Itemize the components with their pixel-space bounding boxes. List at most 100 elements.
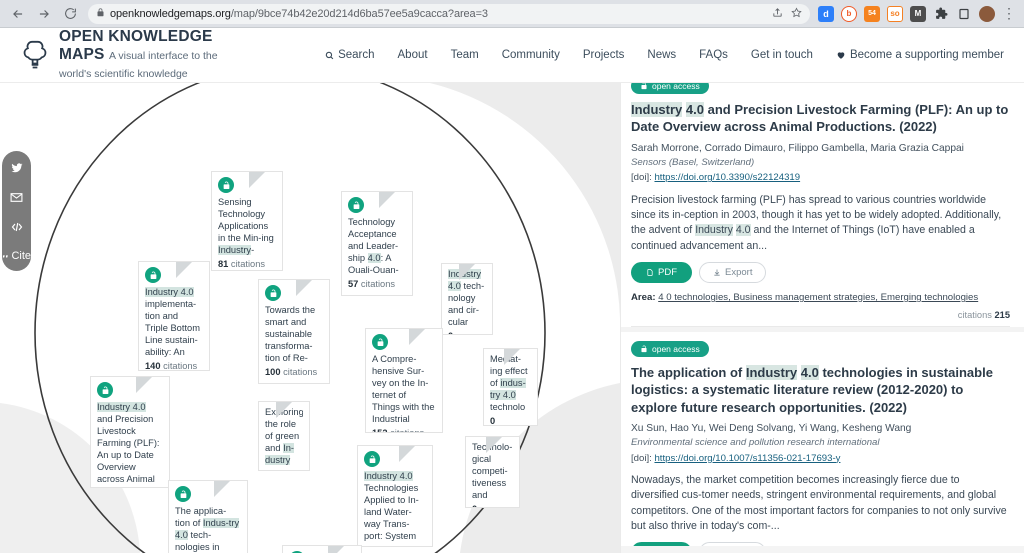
results-list: open access Industry 4.0 and Precision Li… bbox=[621, 83, 1024, 553]
browser-toolbar: openknowledgemaps.org/map/9bce74b42e20d2… bbox=[0, 0, 1024, 28]
nav-item-about[interactable]: About bbox=[398, 49, 428, 61]
paper-card[interactable]: Technolo-gical competi-tiveness and0 cit… bbox=[465, 436, 520, 508]
paper-card[interactable]: Exploring the role of green and In-dustr… bbox=[258, 401, 310, 471]
paper-citations: 0 citations bbox=[490, 415, 496, 426]
area-link[interactable]: 4 0 technologies, Business management st… bbox=[658, 292, 978, 303]
paper-title: A Compre-hensive Sur-vey on the In-terne… bbox=[372, 354, 435, 424]
card-fold-corner bbox=[176, 262, 209, 278]
result-actions: PDF Export bbox=[631, 262, 1010, 284]
result-doi: [doi]: https://doi.org/10.1007/s11356-02… bbox=[631, 452, 841, 464]
result-item[interactable]: open access Industry 4.0 and Precision Li… bbox=[631, 83, 1010, 328]
extension-d-icon[interactable]: d bbox=[818, 5, 834, 22]
paper-card[interactable]: The manage-ment of In-dustry 4.0 technol… bbox=[282, 545, 362, 553]
paper-title: Industry 4.0 and Precision Livestock Far… bbox=[97, 402, 160, 484]
paper-card[interactable]: The applica-tion of Indus-try 4.0 tech-n… bbox=[168, 480, 248, 553]
result-citations: citations 215 bbox=[957, 310, 1010, 321]
card-fold-corner bbox=[136, 377, 169, 393]
result-title[interactable]: Industry 4.0 and Precision Livestock Far… bbox=[631, 101, 1010, 136]
cite-icon[interactable]: Cite bbox=[2, 250, 31, 262]
nav-item-community[interactable]: Community bbox=[502, 49, 560, 61]
paper-title: The applica-tion of Indus-try 4.0 tech-n… bbox=[175, 506, 240, 552]
nav-item-news[interactable]: News bbox=[647, 49, 676, 61]
nav-item-search[interactable]: Search bbox=[325, 49, 375, 61]
nav-item-team[interactable]: Team bbox=[451, 49, 479, 61]
result-area: Area: 4 0 technologies, Business managem… bbox=[631, 292, 979, 304]
paper-card[interactable]: A Compre-hensive Sur-vey on the In-terne… bbox=[365, 328, 443, 433]
reload-icon[interactable] bbox=[58, 2, 82, 26]
open-access-icon bbox=[372, 334, 388, 350]
open-access-icon bbox=[364, 451, 380, 467]
paper-card[interactable]: Industry 4.0 Technologies Applied to In-… bbox=[357, 445, 433, 547]
card-fold-corner bbox=[214, 481, 247, 497]
card-fold-corner bbox=[249, 172, 282, 188]
result-title[interactable]: The application of Industry 4.0 technolo… bbox=[631, 364, 1010, 416]
card-fold-corner bbox=[504, 349, 537, 365]
paper-card[interactable]: Industry 4.0 tech-nology and cir-cular0 … bbox=[441, 263, 493, 335]
extension-profile-avatar[interactable] bbox=[979, 5, 995, 22]
open-access-icon bbox=[145, 267, 161, 283]
paper-citations: 81 citations bbox=[218, 258, 266, 269]
export-button[interactable]: Export bbox=[699, 262, 767, 284]
nav-item-projects[interactable]: Projects bbox=[583, 49, 625, 61]
address-bar[interactable]: openknowledgemaps.org/map/9bce74b42e20d2… bbox=[88, 3, 810, 24]
url-path: /map/9bce74b42e20d214d6ba57ee5a9cacca?ar… bbox=[230, 7, 488, 20]
heart-icon bbox=[837, 52, 845, 59]
nav-item-faqs[interactable]: FAQs bbox=[699, 49, 728, 61]
star-icon[interactable] bbox=[791, 6, 802, 21]
card-fold-corner bbox=[486, 437, 519, 453]
paper-card[interactable]: Industry 4.0 implementa-tion and Triple … bbox=[138, 261, 210, 371]
paper-citations: 140 citations bbox=[145, 360, 198, 371]
email-icon[interactable] bbox=[2, 191, 31, 204]
nav-item-get-in-touch[interactable]: Get in touch bbox=[751, 49, 813, 61]
logo[interactable]: OPEN KNOWLEDGE MAPS A visual interface t… bbox=[20, 28, 239, 82]
doi-link[interactable]: https://doi.org/10.3390/s22124319 bbox=[654, 172, 800, 183]
paper-card[interactable]: Technology Acceptance and Leader-ship 4.… bbox=[341, 191, 413, 296]
extension-m-icon[interactable]: M bbox=[910, 5, 926, 22]
paper-card[interactable]: Sensing Technology Applications in the M… bbox=[211, 171, 283, 271]
open-lock-icon bbox=[641, 345, 647, 353]
open-access-badge: open access bbox=[631, 83, 709, 94]
twitter-icon[interactable] bbox=[2, 162, 31, 174]
open-access-label: open access bbox=[652, 344, 700, 355]
extensions-row: d b 54 so M ⋮ bbox=[818, 5, 1018, 22]
open-access-label: open access bbox=[652, 83, 700, 91]
paper-title: Industry 4.0 Technologies Applied to In-… bbox=[364, 471, 419, 541]
result-item[interactable]: open access The application of Industry 4… bbox=[631, 332, 1010, 553]
embed-code-icon[interactable] bbox=[2, 221, 31, 233]
pdf-button[interactable]: PDF bbox=[631, 262, 692, 284]
panel-bottom-edge bbox=[621, 546, 1024, 553]
card-fold-corner bbox=[276, 402, 309, 418]
knowledge-map[interactable]: Sensing Technology Applications in the M… bbox=[0, 83, 620, 553]
nav-item-supporting-member[interactable]: Become a supporting member bbox=[836, 49, 1004, 61]
share-rail: Cite bbox=[2, 151, 31, 271]
paper-citations: 152 citations bbox=[372, 427, 425, 433]
results-panel[interactable]: open access Industry 4.0 and Precision Li… bbox=[620, 83, 1024, 553]
open-access-icon bbox=[218, 177, 234, 193]
paper-citations: 107 citations bbox=[364, 545, 426, 546]
main-navigation: Search About Team Community Projects New… bbox=[325, 49, 1004, 61]
paper-citations: 100 citations bbox=[265, 366, 318, 377]
page-content: Cite Sensing Technology Applications in … bbox=[0, 83, 1024, 553]
forward-arrow-icon[interactable] bbox=[32, 2, 56, 26]
open-access-icon bbox=[175, 486, 191, 502]
back-arrow-icon[interactable] bbox=[6, 2, 30, 26]
extension-puzzle-icon[interactable] bbox=[933, 6, 949, 22]
card-fold-corner bbox=[296, 280, 329, 296]
card-fold-corner bbox=[459, 264, 492, 280]
paper-card[interactable]: Towards the smart and sustainable transf… bbox=[258, 279, 330, 384]
paper-citations: 0 citations bbox=[448, 331, 486, 334]
doi-link[interactable]: https://doi.org/10.1007/s11356-021-17693… bbox=[654, 453, 840, 464]
paper-citations: 0 citations bbox=[472, 504, 513, 507]
extension-so-icon[interactable]: so bbox=[887, 5, 903, 22]
share-icon[interactable] bbox=[772, 7, 783, 21]
paper-card[interactable]: Industry 4.0 and Precision Livestock Far… bbox=[90, 376, 170, 488]
lock-icon bbox=[96, 7, 105, 20]
extension-badge-54-icon[interactable]: 54 bbox=[864, 5, 880, 22]
paper-card[interactable]: Mediat-ing effect of indus-try 4.0 techn… bbox=[483, 348, 538, 426]
extension-square-icon[interactable] bbox=[956, 6, 972, 22]
paper-citations: 0 citations bbox=[265, 469, 303, 470]
card-fold-corner bbox=[399, 446, 432, 462]
kebab-menu-icon[interactable]: ⋮ bbox=[1002, 6, 1016, 20]
result-authors: Sarah Morrone, Corrado Dimauro, Filippo … bbox=[631, 142, 964, 154]
extension-circle-icon[interactable]: b bbox=[841, 5, 857, 22]
